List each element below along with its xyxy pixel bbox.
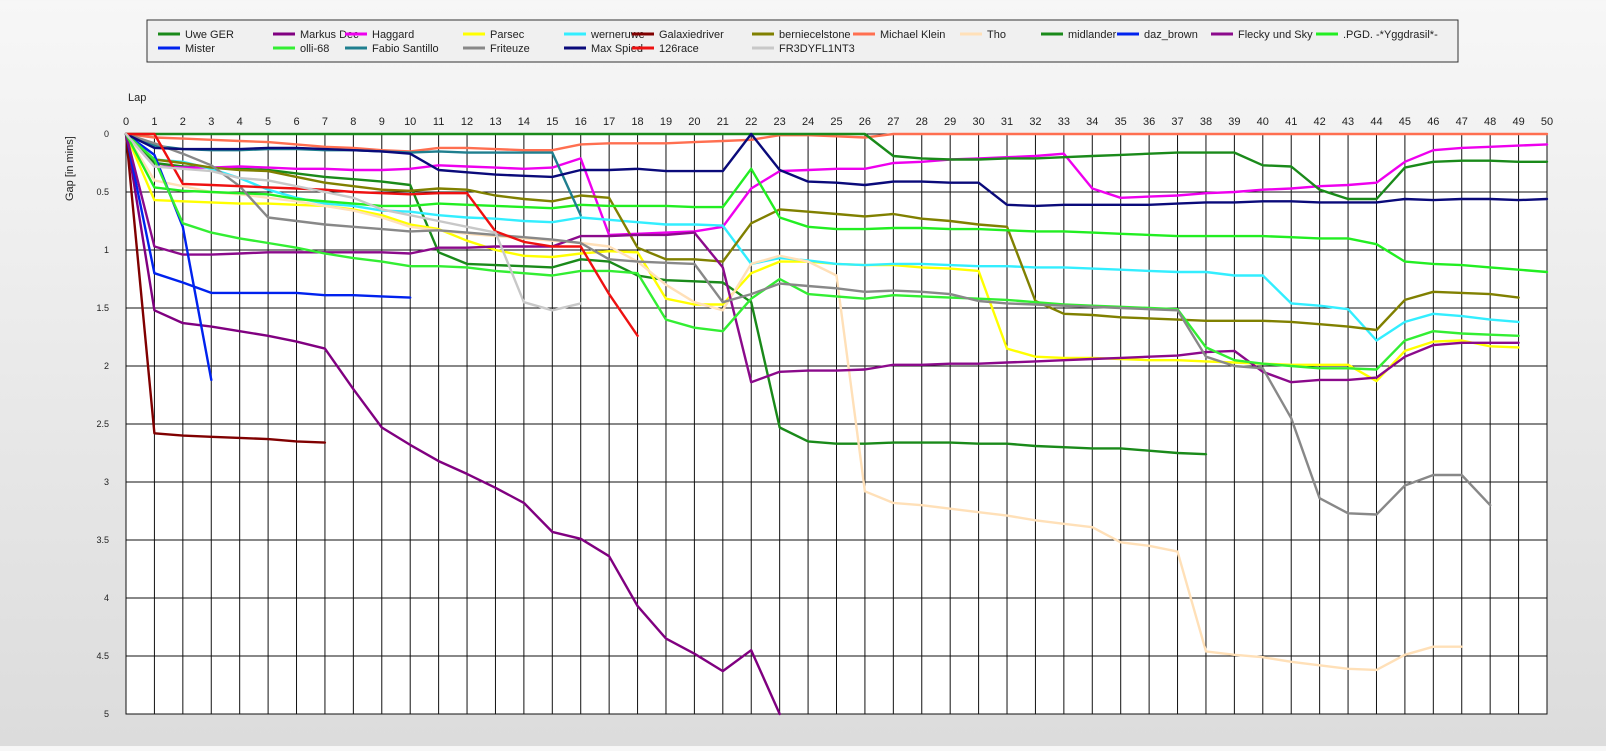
x-tick-label: 21 xyxy=(717,116,729,128)
x-tick-label: 48 xyxy=(1484,116,1496,128)
x-tick-label: 17 xyxy=(603,116,615,128)
x-tick-label: 27 xyxy=(887,116,899,128)
legend-label: Flecky und Sky xyxy=(1238,29,1313,41)
legend-label: Michael Klein xyxy=(880,29,945,41)
x-tick-label: 36 xyxy=(1143,116,1155,128)
legend-label: Mister xyxy=(185,43,215,55)
x-tick-label: 30 xyxy=(972,116,984,128)
x-tick-label: 40 xyxy=(1257,116,1269,128)
y-tick-label: 0.5 xyxy=(96,187,109,197)
x-tick-label: 39 xyxy=(1228,116,1240,128)
x-tick-label: 9 xyxy=(379,116,385,128)
x-tick-label: 5 xyxy=(265,116,271,128)
legend-label: berniecelstone xyxy=(779,29,851,41)
x-tick-label: 20 xyxy=(688,116,700,128)
legend-label: Friteuze xyxy=(490,43,530,55)
x-tick-label: 50 xyxy=(1541,116,1553,128)
x-tick-label: 47 xyxy=(1456,116,1468,128)
legend-box xyxy=(146,19,1459,63)
lap-chart: Uwe GER Markus Dec Haggard Parsec werneruwe G… xyxy=(0,0,1606,746)
x-tick-label: 31 xyxy=(1001,116,1013,128)
x-tick-label: 6 xyxy=(293,116,299,128)
x-tick-label: 7 xyxy=(322,116,328,128)
x-tick-label: 15 xyxy=(546,116,558,128)
x-tick-label: 19 xyxy=(660,116,672,128)
x-tick-label: 29 xyxy=(944,116,956,128)
x-tick-label: 12 xyxy=(461,116,473,128)
x-tick-label: 16 xyxy=(575,116,587,128)
x-tick-label: 1 xyxy=(151,116,157,128)
legend-label: Uwe GER xyxy=(185,29,234,41)
legend-label: Haggard xyxy=(372,29,414,41)
y-tick-label: 2 xyxy=(104,361,109,371)
x-tick-label: 0 xyxy=(123,116,129,128)
x-tick-label: 49 xyxy=(1512,116,1524,128)
x-tick-label: 10 xyxy=(404,116,416,128)
x-tick-label: 34 xyxy=(1086,116,1098,128)
x-tick-label: 2 xyxy=(180,116,186,128)
legend: Uwe GER Markus Dec Haggard Parsec werneruwe G… xyxy=(146,19,1459,63)
x-tick-label: 24 xyxy=(802,116,814,128)
x-tick-label: 4 xyxy=(237,116,243,128)
x-tick-label: 32 xyxy=(1029,116,1041,128)
legend-label: .PGD. -*Yggdrasil*- xyxy=(1343,29,1438,41)
x-tick-label: 13 xyxy=(489,116,501,128)
y-tick-label: 3 xyxy=(104,477,109,487)
x-tick-label: 26 xyxy=(859,116,871,128)
x-tick-label: 25 xyxy=(830,116,842,128)
y-tick-label: 0 xyxy=(104,129,109,139)
x-tick-label: 11 xyxy=(433,116,444,128)
y-tick-label: 5 xyxy=(104,709,109,719)
y-tick-label: 2.5 xyxy=(96,419,109,429)
x-tick-label: 43 xyxy=(1342,116,1354,128)
x-tick-label: 35 xyxy=(1115,116,1127,128)
y-tick-label: 1.5 xyxy=(96,303,109,313)
legend-label: daz_brown xyxy=(1144,29,1198,41)
x-axis-label: Lap xyxy=(128,92,146,104)
x-tick-label: 22 xyxy=(745,116,757,128)
x-tick-label: 28 xyxy=(916,116,928,128)
x-tick-label: 3 xyxy=(208,116,214,128)
x-tick-label: 44 xyxy=(1370,116,1382,128)
x-tick-label: 8 xyxy=(350,116,356,128)
x-tick-label: 41 xyxy=(1285,116,1297,128)
x-tick-label: 37 xyxy=(1171,116,1183,128)
legend-label: Tho xyxy=(987,29,1006,41)
y-tick-label: 1 xyxy=(104,245,109,255)
x-tick-label: 38 xyxy=(1200,116,1212,128)
x-tick-label: 23 xyxy=(774,116,786,128)
chart-canvas: Uwe GER Markus Dec Haggard Parsec werneruwe G… xyxy=(64,19,1553,719)
legend-label: 126race xyxy=(659,43,699,55)
x-tick-label: 45 xyxy=(1399,116,1411,128)
legend-label: Parsec xyxy=(490,29,525,41)
legend-label: midlander xyxy=(1068,29,1117,41)
y-tick-label: 3.5 xyxy=(96,535,109,545)
y-axis-label: Gap [in mins] xyxy=(64,136,76,201)
legend-label: Galaxiedriver xyxy=(659,29,724,41)
x-tick-label: 14 xyxy=(518,116,530,128)
legend-label: olli-68 xyxy=(300,43,329,55)
y-tick-label: 4.5 xyxy=(96,651,109,661)
x-tick-label: 42 xyxy=(1314,116,1326,128)
y-tick-label: 4 xyxy=(104,593,109,603)
x-tick-label: 46 xyxy=(1427,116,1439,128)
x-tick-label: 18 xyxy=(631,116,643,128)
legend-label: Fabio Santillo xyxy=(372,43,439,55)
legend-label: FR3DYFL1NT3 xyxy=(779,43,855,55)
x-tick-label: 33 xyxy=(1058,116,1070,128)
